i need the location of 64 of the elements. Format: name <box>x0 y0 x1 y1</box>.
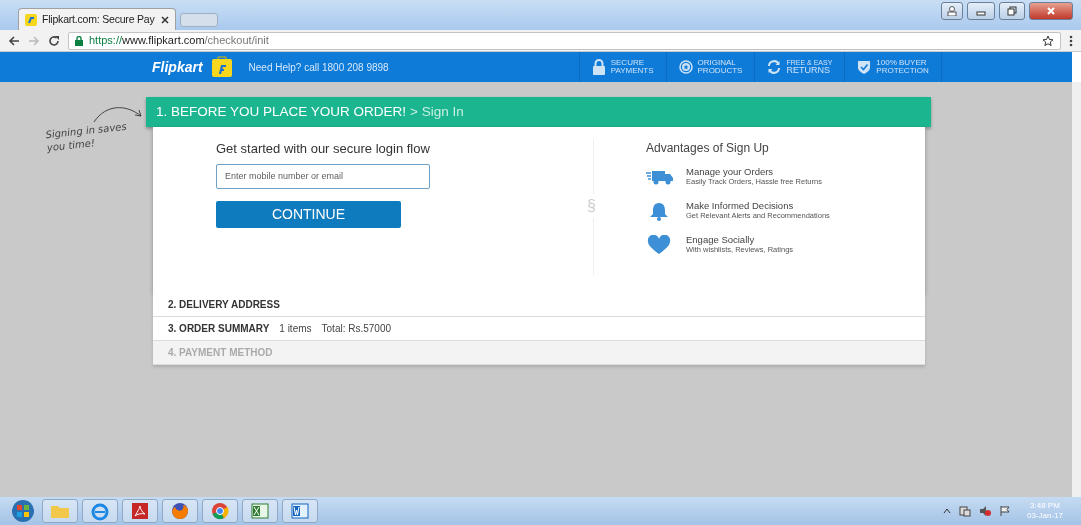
step-row[interactable]: 3. ORDER SUMMARY 1 items Total: Rs.57000 <box>153 317 925 341</box>
step-row[interactable]: 2. DELIVERY ADDRESS <box>153 293 925 317</box>
star-badge-icon <box>678 59 693 75</box>
step-subtitle: > Sign In <box>410 102 464 121</box>
bookmark-star-icon[interactable] <box>1042 34 1054 47</box>
spreadsheet-icon <box>250 501 270 521</box>
flag-icon[interactable] <box>998 505 1011 517</box>
taskbar-app-button[interactable] <box>282 499 318 523</box>
document-w-icon <box>290 501 310 521</box>
annotation-text: Signing in saves you time! <box>44 119 129 155</box>
step-detail: Total: Rs.57000 <box>321 322 392 336</box>
fox-globe-icon <box>170 501 190 521</box>
step-label: 3. ORDER SUMMARY <box>168 322 270 336</box>
logo-text[interactable]: Flipkart <box>152 56 203 78</box>
browser-tab[interactable]: Flipkart.com: Secure Pay <box>18 8 176 30</box>
user-icon <box>947 6 957 16</box>
back-icon[interactable] <box>8 34 20 47</box>
refresh-icon <box>767 59 782 75</box>
minimize-button[interactable] <box>967 2 995 20</box>
document-reader-icon <box>130 501 150 521</box>
taskbar-app-button[interactable] <box>82 499 118 523</box>
close-icon <box>1046 6 1056 16</box>
input-field[interactable]: Enter mobile number or email <box>216 163 430 189</box>
address-bar[interactable]: https://www.flipkart.com/checkout/init <box>68 31 1061 50</box>
advantage-title: Manage your Orders <box>686 167 775 178</box>
menu-icon[interactable] <box>1069 34 1073 47</box>
step-label: 2. DELIVERY ADDRESS <box>168 298 280 312</box>
advantages-title: Advantages of Sign Up <box>646 140 770 157</box>
windows-logo-icon <box>11 499 35 523</box>
user-button[interactable] <box>941 2 963 20</box>
trust-badge-text: 100% BUYER PROTECTION <box>876 59 929 75</box>
reload-icon[interactable] <box>48 34 60 47</box>
network-icon[interactable] <box>958 505 971 517</box>
taskbar-app-button[interactable] <box>242 499 278 523</box>
login-heading: Get started with our secure login flow <box>216 140 431 158</box>
url-text[interactable]: https://www.flipkart.com/checkout/init <box>89 32 269 49</box>
help-text: Need Help? call 1800 208 9898 <box>248 60 389 75</box>
taskbar-app-button[interactable] <box>122 499 158 523</box>
step-title: 1. BEFORE YOU PLACE YOUR ORDER! <box>156 102 407 121</box>
step-label: 4. PAYMENT METHOD <box>168 346 273 360</box>
taskbar-app-button[interactable] <box>162 499 198 523</box>
trust-badge-text: ORIGINAL PRODUCTS <box>697 59 743 75</box>
shopping-bag-icon <box>210 56 233 78</box>
restore-button[interactable] <box>999 2 1025 20</box>
close-icon[interactable] <box>161 15 169 24</box>
lock-icon <box>591 59 606 75</box>
advantage-title: Engage Socially <box>686 235 756 246</box>
taskbar-app-button[interactable] <box>202 499 238 523</box>
trust-badge-text: SECURE PAYMENTS <box>610 59 654 75</box>
close-window-button[interactable] <box>1029 2 1073 20</box>
restore-icon <box>1007 6 1017 16</box>
chrome-circle-icon <box>210 501 230 521</box>
tab-title[interactable]: Flipkart.com: Secure Pay <box>42 11 156 28</box>
flipkart-favicon-icon <box>25 13 37 26</box>
divider-glyph: § <box>587 194 596 218</box>
step-detail: 1 items <box>279 322 312 336</box>
chevron-up-icon[interactable] <box>942 508 951 514</box>
continue-button[interactable]: CONTINUE <box>216 200 401 228</box>
advantage-title: Make Informed Decisions <box>686 201 795 212</box>
scrollbar[interactable] <box>1072 82 1081 497</box>
browser-e-icon <box>90 501 110 521</box>
speaker-muted-icon[interactable] <box>978 505 991 517</box>
shield-check-icon <box>857 59 872 75</box>
lock-icon <box>75 35 83 46</box>
